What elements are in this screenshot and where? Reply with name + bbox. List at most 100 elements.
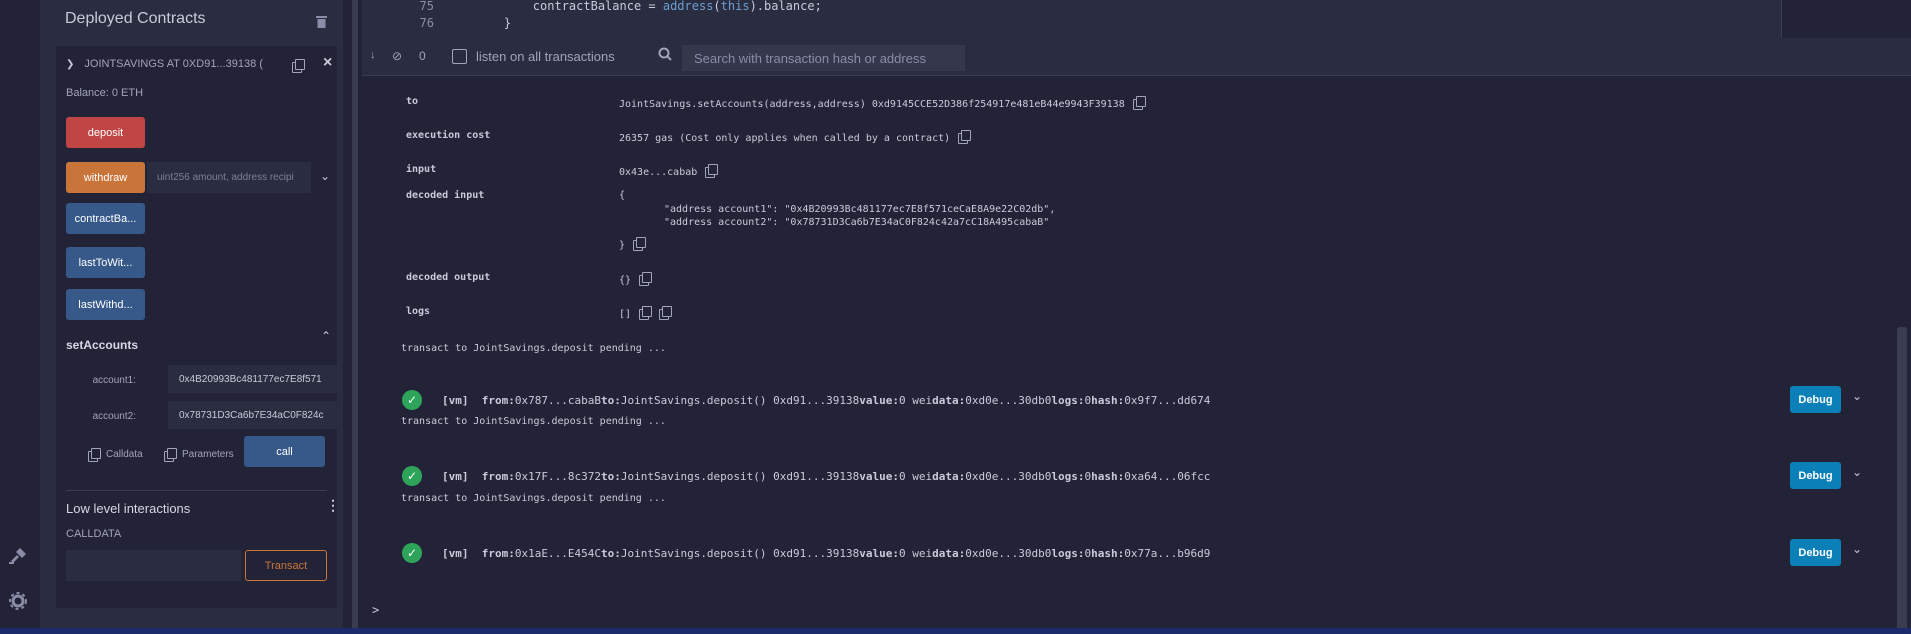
withdraw-button[interactable]: withdraw (66, 162, 145, 193)
low-level-title: Low level interactions (66, 501, 191, 516)
tx-label: data: (932, 469, 966, 483)
copy-icon[interactable] (1132, 96, 1146, 110)
tx-vm: [vm] (442, 469, 469, 483)
parameters-label: Parameters (182, 449, 234, 460)
plug-icon[interactable] (6, 544, 30, 568)
gear-icon[interactable] (6, 589, 30, 613)
contract-instance: ❯ JOINTSAVINGS AT 0XD91...39138 ( × Bala… (56, 46, 340, 608)
copy-icon[interactable] (292, 59, 305, 73)
account2-label: account2: (92, 411, 136, 422)
tx-to: JointSavings.deposit() 0xd91...39138 (620, 469, 860, 483)
tx-hash: 0xa64...06fcc (1124, 469, 1211, 483)
divider (66, 490, 327, 491)
panel-title: Deployed Contracts (65, 10, 206, 27)
trash-icon[interactable] (316, 15, 327, 33)
withdraw-params-input[interactable]: uint256 amount, address recipi (147, 162, 311, 193)
detail-value: { (619, 190, 626, 201)
tx-hash: 0x77a...b96d9 (1124, 546, 1211, 560)
info-icon[interactable]: ⋮ (326, 497, 340, 514)
last-withdraw-button[interactable]: lastWithd... (66, 289, 145, 320)
detail-text: JointSavings.setAccounts(address,address… (619, 99, 1125, 110)
copy-icon[interactable] (958, 130, 972, 144)
tx-label: hash: (1091, 469, 1125, 483)
chevron-down-icon[interactable]: ⌄ (320, 169, 330, 183)
copy-parameters-button[interactable]: Parameters (164, 448, 234, 462)
close-icon[interactable]: × (323, 54, 332, 72)
account1-input[interactable]: 0x4B20993Bc481177ec7E8f571 (168, 365, 337, 393)
code-keyword: address (662, 0, 714, 13)
chevron-down-icon[interactable]: ⌄ (1852, 389, 1862, 403)
code-editor[interactable]: 75 contractBalance = address(this).balan… (362, 0, 1911, 38)
tx-row[interactable]: ✓ [vm] from: 0x787...cabaB to: JointSavi… (402, 390, 1210, 410)
drag-handle[interactable] (352, 0, 358, 634)
copy-icon[interactable] (639, 306, 653, 320)
detail-key: logs (406, 306, 431, 317)
tx-data: 0xd0e...30db0 (965, 546, 1052, 560)
account2-input[interactable]: 0x78731D3Ca6b7E34aC0F824c (168, 401, 337, 429)
tx-vm: [vm] (442, 546, 469, 560)
copy-icon (88, 448, 101, 462)
success-check-icon: ✓ (402, 466, 422, 486)
copy-icon[interactable] (659, 306, 673, 320)
tx-label: from: (481, 546, 515, 560)
pending-line: transact to JointSavings.deposit pending… (401, 493, 666, 504)
detail-value: 26357 gas (Cost only applies when called… (619, 130, 972, 144)
copy-icon[interactable] (639, 272, 653, 286)
detail-value: 0x43e...cabab (619, 164, 719, 178)
tx-label: data: (932, 546, 966, 560)
tx-data: 0xd0e...30db0 (965, 469, 1052, 483)
icon-rail (0, 0, 41, 634)
copy-icon[interactable] (633, 237, 647, 251)
tx-from: 0x1aE...E454C (514, 546, 601, 560)
deposit-button[interactable]: deposit (66, 117, 145, 148)
detail-key: execution cost (406, 130, 491, 141)
success-check-icon: ✓ (402, 390, 422, 410)
contract-address-label: JOINTSAVINGS AT 0XD91...39138 ( (84, 58, 263, 70)
chevron-down-icon[interactable]: ⌄ (1852, 465, 1862, 479)
detail-text: [] (619, 309, 632, 320)
search-icon (658, 47, 672, 64)
debug-button[interactable]: Debug (1790, 462, 1841, 489)
calldata-input[interactable] (66, 550, 241, 581)
code-keyword: this (720, 0, 750, 13)
transaction-search-input[interactable]: Search with transaction hash or address (682, 45, 965, 71)
detail-text: } (619, 240, 626, 251)
code-text: } (475, 16, 512, 30)
copy-icon (164, 448, 177, 462)
copy-icon[interactable] (705, 164, 719, 178)
chevron-down-icon[interactable]: ⌄ (1852, 542, 1862, 556)
contract-balance-button[interactable]: contractBa... (66, 203, 145, 234)
tx-row[interactable]: ✓ [vm] from: 0x17F...8c372 to: JointSavi… (402, 466, 1210, 486)
tx-vm: [vm] (442, 393, 469, 407)
calldata-label: Calldata (106, 449, 143, 460)
transact-button[interactable]: Transact (245, 550, 327, 581)
debug-button[interactable]: Debug (1790, 386, 1841, 413)
terminal-prompt[interactable]: > (372, 603, 379, 617)
detail-key: input (406, 164, 437, 175)
tx-row[interactable]: ✓ [vm] from: 0x1aE...E454C to: JointSavi… (402, 543, 1210, 563)
detail-value: "address account2": "0x78731D3Ca6b7E34aC… (664, 217, 1050, 228)
chevron-down-icon[interactable]: ❯ (66, 59, 74, 70)
chevron-up-icon[interactable]: ⌃ (321, 329, 331, 343)
tx-value: 0 wei (899, 469, 933, 483)
pending-count: 0 (419, 49, 426, 63)
tx-logs: 0 (1084, 546, 1092, 560)
tx-label: to: (600, 393, 621, 407)
detail-text: {} (619, 275, 632, 286)
panel-divider[interactable] (350, 0, 362, 634)
listen-checkbox[interactable] (452, 49, 467, 64)
clear-console-icon[interactable]: ⊘ (392, 49, 402, 63)
code-line: } (475, 16, 511, 30)
minimap[interactable] (1781, 0, 1911, 38)
copy-calldata-button[interactable]: Calldata (88, 448, 143, 462)
call-button[interactable]: call (244, 436, 325, 467)
contract-header[interactable]: ❯ JOINTSAVINGS AT 0XD91...39138 ( (66, 58, 263, 70)
code-line: contractBalance = address(this).balance; (475, 0, 822, 13)
tx-label: from: (481, 469, 515, 483)
detail-value: [] (619, 306, 673, 320)
set-accounts-title: setAccounts (66, 338, 139, 352)
last-to-withdraw-button[interactable]: lastToWit... (66, 247, 145, 278)
collapse-terminal-icon[interactable]: ↓ (370, 49, 376, 61)
terminal-scrollbar[interactable] (1897, 327, 1907, 630)
debug-button[interactable]: Debug (1790, 539, 1841, 566)
